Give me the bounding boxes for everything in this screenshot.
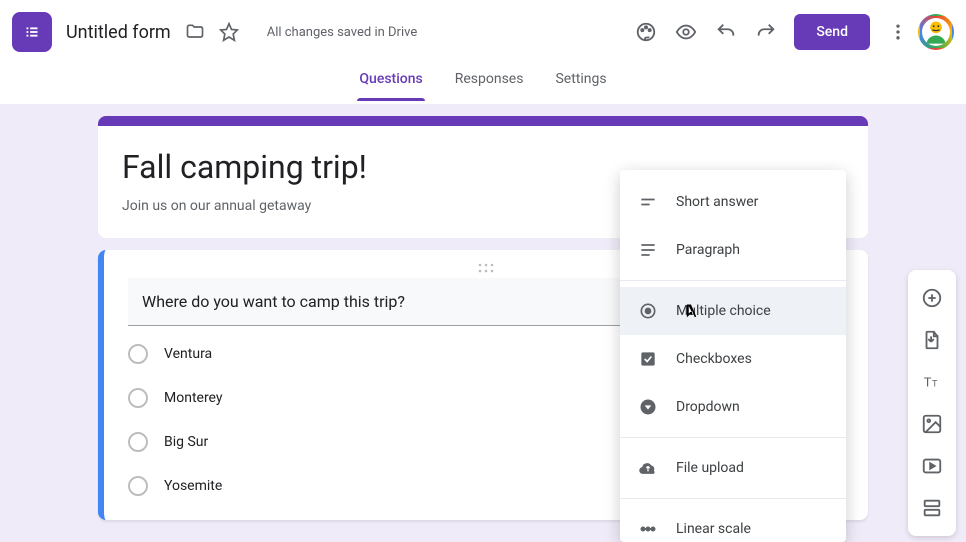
forms-logo[interactable]: [12, 12, 52, 52]
undo-button[interactable]: [706, 12, 746, 52]
avatar-image: [922, 18, 950, 46]
option-label[interactable]: Big Sur: [164, 434, 208, 450]
menu-label: Linear scale: [676, 521, 751, 537]
menu-item-linear-scale[interactable]: Linear scale: [620, 505, 846, 542]
radio-icon: [128, 432, 148, 452]
radio-icon: [128, 344, 148, 364]
redo-icon: [755, 21, 777, 43]
folder-icon: [185, 22, 205, 42]
side-toolbar: TT: [908, 270, 956, 536]
menu-label: Checkboxes: [676, 351, 752, 367]
editor-tabs: Questions Responses Settings: [0, 64, 966, 104]
menu-separator: [620, 498, 846, 499]
import-questions-button[interactable]: [912, 320, 952, 360]
cloud-upload-icon: [638, 458, 658, 478]
account-avatar[interactable]: [918, 14, 954, 50]
menu-item-checkboxes[interactable]: Checkboxes: [620, 335, 846, 383]
eye-icon: [675, 21, 697, 43]
menu-item-multiple-choice[interactable]: Multiple choice: [620, 287, 846, 335]
document-title[interactable]: Untitled form: [66, 22, 171, 43]
palette-icon: [635, 21, 657, 43]
app-header: Untitled form All changes saved in Drive…: [0, 0, 966, 64]
drag-handle-icon: [474, 262, 498, 274]
send-button[interactable]: Send: [794, 14, 870, 50]
add-video-button[interactable]: [912, 446, 952, 486]
radio-icon: [128, 388, 148, 408]
option-label[interactable]: Ventura: [164, 346, 212, 362]
image-icon: [921, 413, 943, 435]
menu-label: File upload: [676, 460, 744, 476]
menu-separator: [620, 280, 846, 281]
option-label[interactable]: Yosemite: [164, 478, 222, 494]
tab-settings[interactable]: Settings: [553, 67, 608, 101]
star-icon: [219, 22, 239, 42]
option-label[interactable]: Monterey: [164, 390, 223, 406]
svg-text:T: T: [932, 380, 938, 390]
more-vertical-icon: [888, 22, 908, 42]
menu-item-paragraph[interactable]: Paragraph: [620, 226, 846, 274]
star-button[interactable]: [217, 20, 241, 44]
menu-label: Dropdown: [676, 399, 740, 415]
svg-text:T: T: [924, 376, 932, 391]
redo-button[interactable]: [746, 12, 786, 52]
undo-icon: [715, 21, 737, 43]
menu-item-short-answer[interactable]: Short answer: [620, 178, 846, 226]
preview-button[interactable]: [666, 12, 706, 52]
add-image-toolbar-button[interactable]: [912, 404, 952, 444]
add-section-button[interactable]: [912, 488, 952, 528]
import-icon: [921, 329, 943, 351]
short-answer-icon: [638, 192, 658, 212]
radio-selected-icon: [638, 301, 658, 321]
tab-questions[interactable]: Questions: [357, 67, 424, 101]
section-icon: [921, 497, 943, 519]
menu-separator: [620, 437, 846, 438]
menu-label: Paragraph: [676, 242, 740, 258]
plus-circle-icon: [921, 287, 943, 309]
menu-label: Multiple choice: [676, 303, 771, 319]
menu-item-dropdown[interactable]: Dropdown: [620, 383, 846, 431]
radio-icon: [128, 476, 148, 496]
checkbox-icon: [638, 349, 658, 369]
video-icon: [921, 455, 943, 477]
save-status: All changes saved in Drive: [267, 25, 418, 40]
linear-scale-icon: [638, 519, 658, 539]
menu-item-file-upload[interactable]: File upload: [620, 444, 846, 492]
add-question-button[interactable]: [912, 278, 952, 318]
menu-label: Short answer: [676, 194, 758, 210]
tab-responses[interactable]: Responses: [453, 67, 526, 101]
more-options-button[interactable]: [878, 12, 918, 52]
add-title-button[interactable]: TT: [912, 362, 952, 402]
question-type-menu[interactable]: Short answer Paragraph Multiple choice C…: [620, 170, 846, 542]
dropdown-icon: [638, 397, 658, 417]
move-to-folder-button[interactable]: [183, 20, 207, 44]
customize-theme-button[interactable]: [626, 12, 666, 52]
title-icon: TT: [921, 371, 943, 393]
forms-logo-icon: [21, 21, 43, 43]
paragraph-icon: [638, 240, 658, 260]
